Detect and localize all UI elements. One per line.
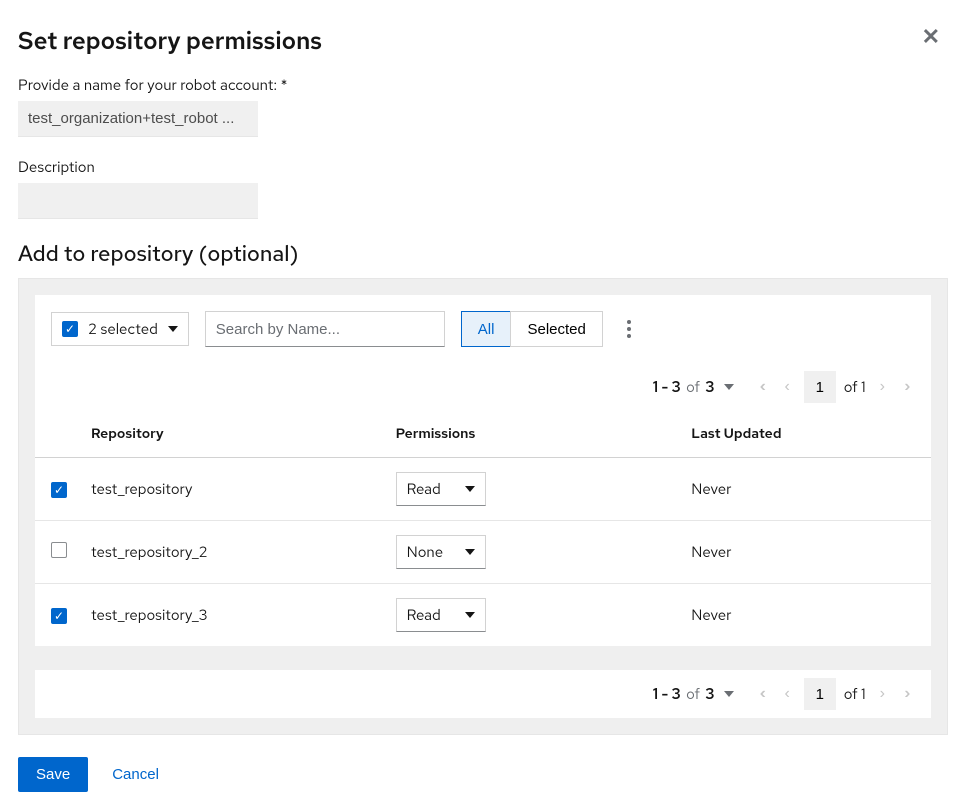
bulk-select-checkbox[interactable] <box>62 321 78 337</box>
chevron-down-icon <box>465 612 475 618</box>
footer-actions: Save Cancel <box>18 757 948 792</box>
last-updated-cell: Never <box>679 521 931 584</box>
range-total: 3 <box>705 684 714 704</box>
next-page-button[interactable]: › <box>874 374 891 400</box>
table-row: test_repository_2 None Never <box>35 521 931 584</box>
permission-select[interactable]: Read <box>396 472 486 506</box>
last-page-button[interactable]: ›› <box>899 681 915 707</box>
col-header-permissions: Permissions <box>384 411 680 458</box>
repo-name-cell: test_repository <box>79 458 384 521</box>
permission-value: None <box>407 542 443 562</box>
chevron-down-icon <box>465 486 475 492</box>
last-page-button[interactable]: ›› <box>899 374 915 400</box>
permission-value: Read <box>407 479 441 499</box>
permission-select[interactable]: None <box>396 535 486 569</box>
repo-name-cell: test_repository_3 <box>79 584 384 647</box>
range-text: 1 - 3 <box>653 684 681 704</box>
repo-name-cell: test_repository_2 <box>79 521 384 584</box>
chevron-down-icon <box>168 326 178 332</box>
next-page-button[interactable]: › <box>874 681 891 707</box>
bulk-select-dropdown[interactable]: 2 selected <box>51 312 189 346</box>
description-label: Description <box>18 157 948 177</box>
page-nav: ‹‹ ‹ of 1 › ›› <box>754 371 915 403</box>
page-number-input[interactable] <box>804 678 836 710</box>
row-checkbox[interactable] <box>51 542 67 558</box>
description-input[interactable] <box>18 183 258 219</box>
table-row: test_repository_3 Read Never <box>35 584 931 647</box>
add-repo-heading: Add to repository (optional) <box>18 239 948 268</box>
prev-page-button[interactable]: ‹ <box>778 681 795 707</box>
range-total: 3 <box>705 377 714 397</box>
permission-select[interactable]: Read <box>396 598 486 632</box>
range-of: of <box>686 377 700 397</box>
bulk-select-label: 2 selected <box>88 319 158 339</box>
row-checkbox[interactable] <box>51 482 67 498</box>
cancel-button[interactable]: Cancel <box>108 758 163 791</box>
repo-table: Repository Permissions Last Updated test… <box>35 411 931 646</box>
save-button[interactable]: Save <box>18 757 88 792</box>
repo-panel: 2 selected All Selected 1 - 3 of 3 ‹‹ ‹ … <box>18 278 948 735</box>
last-updated-cell: Never <box>679 584 931 647</box>
first-page-button[interactable]: ‹‹ <box>754 681 770 707</box>
close-icon[interactable]: ✕ <box>914 18 948 56</box>
toggle-selected-button[interactable]: Selected <box>510 311 602 347</box>
toolbar: 2 selected All Selected <box>35 295 931 363</box>
page-total-label: of 1 <box>844 377 866 397</box>
pagination-top: 1 - 3 of 3 ‹‹ ‹ of 1 › ›› <box>35 363 931 411</box>
items-range-dropdown[interactable]: 1 - 3 of 3 <box>653 377 735 397</box>
row-checkbox[interactable] <box>51 608 67 624</box>
last-updated-cell: Never <box>679 458 931 521</box>
range-text: 1 - 3 <box>653 377 681 397</box>
chevron-down-icon <box>724 691 734 697</box>
modal-title: Set repository permissions <box>18 26 322 57</box>
page-number-input[interactable] <box>804 371 836 403</box>
search-input[interactable] <box>205 311 445 347</box>
chevron-down-icon <box>465 549 475 555</box>
table-row: test_repository Read Never <box>35 458 931 521</box>
first-page-button[interactable]: ‹‹ <box>754 374 770 400</box>
page-nav: ‹‹ ‹ of 1 › ›› <box>754 678 915 710</box>
page-total-label: of 1 <box>844 684 866 704</box>
robot-name-label: Provide a name for your robot account: * <box>18 75 948 95</box>
items-range-dropdown[interactable]: 1 - 3 of 3 <box>653 684 735 704</box>
col-header-updated: Last Updated <box>679 411 931 458</box>
permission-value: Read <box>407 605 441 625</box>
prev-page-button[interactable]: ‹ <box>778 374 795 400</box>
filter-toggle-group: All Selected <box>461 311 603 347</box>
kebab-menu-icon[interactable] <box>619 312 639 346</box>
robot-name-input[interactable] <box>18 101 258 137</box>
pagination-bottom: 1 - 3 of 3 ‹‹ ‹ of 1 › ›› <box>35 670 931 718</box>
range-of: of <box>686 684 700 704</box>
toggle-all-button[interactable]: All <box>461 311 512 347</box>
col-header-repository: Repository <box>79 411 384 458</box>
chevron-down-icon <box>724 384 734 390</box>
